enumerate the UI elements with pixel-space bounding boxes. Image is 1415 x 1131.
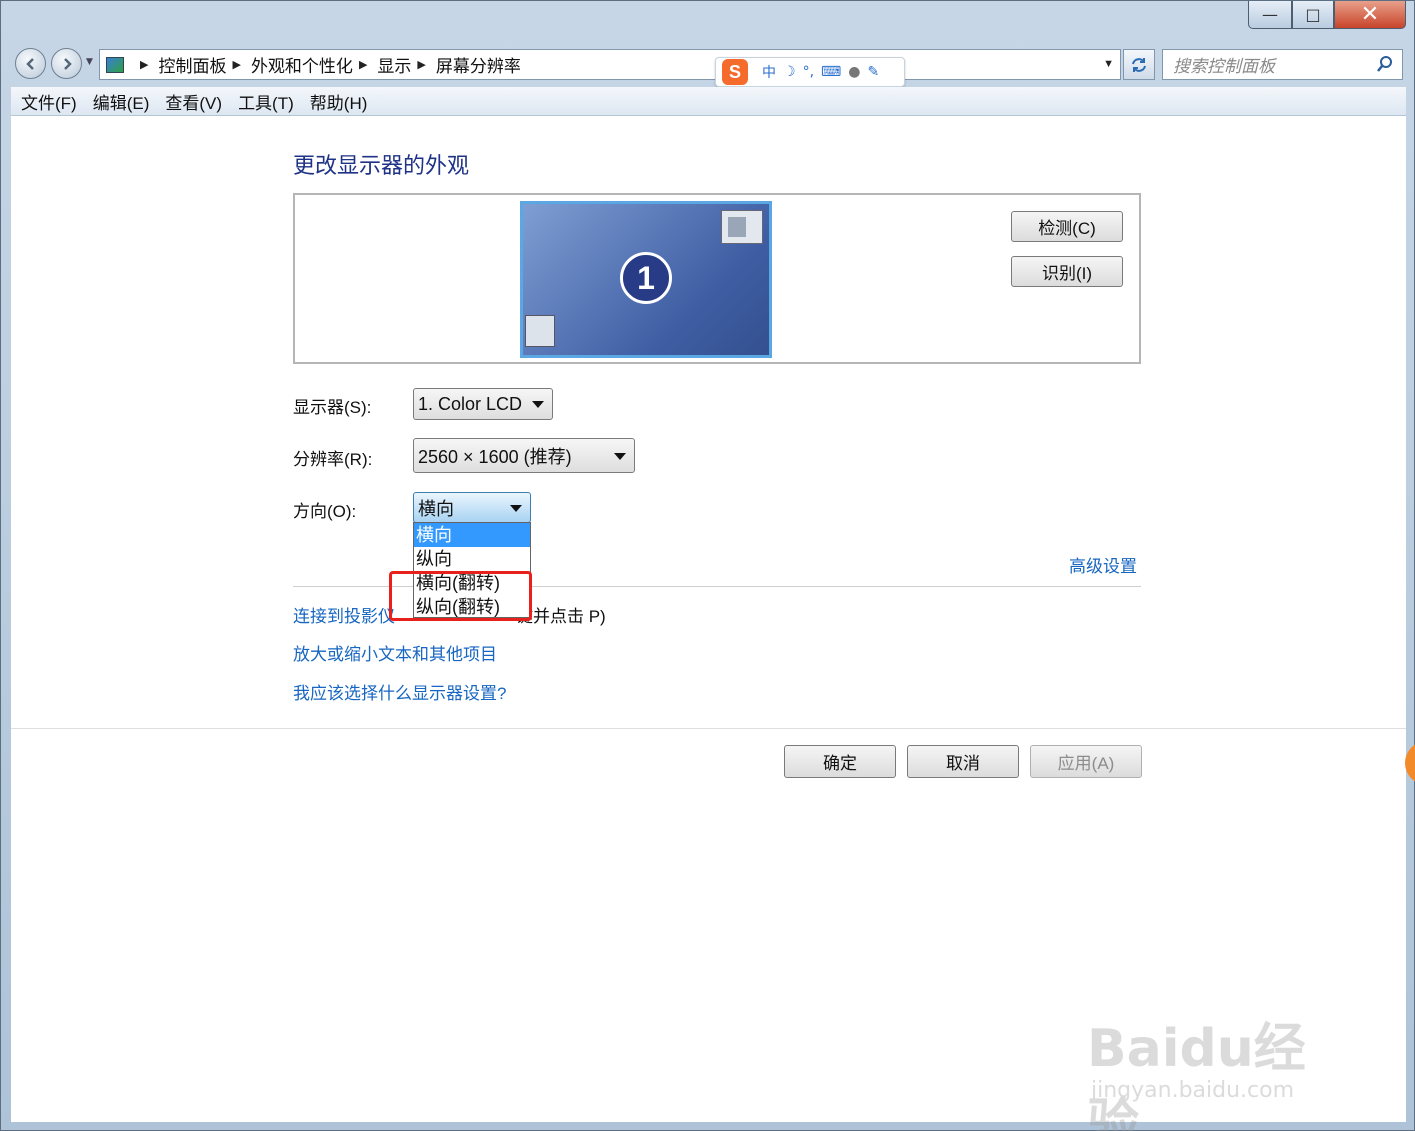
breadcrumb-screen-resolution[interactable]: 屏幕分辨率 [436, 52, 521, 77]
maximize-button[interactable]: □ [1292, 1, 1334, 29]
identify-button[interactable]: 识别(I) [1011, 256, 1123, 287]
ime-toolbar[interactable]: S 中 ☽ °, ⌨ ● ✎ [715, 57, 905, 87]
breadcrumb-separator-icon[interactable]: ▶ [140, 58, 148, 71]
arrow-right-icon [63, 57, 72, 70]
refresh-button[interactable] [1123, 49, 1155, 80]
ime-mode-label[interactable]: 中 [762, 62, 776, 82]
content-area: 更改显示器的外观 1 检测(C) 识别(I) 显示器(S): 1. Color … [11, 116, 1406, 1131]
window-icon [721, 210, 763, 244]
breadcrumb-separator-icon[interactable]: ▶ [417, 58, 425, 71]
wrench-icon[interactable]: ✎ [867, 64, 879, 80]
advanced-settings-link[interactable]: 高级设置 [1069, 552, 1137, 577]
monitor-preview-panel: 1 检测(C) 识别(I) [293, 193, 1141, 364]
breadcrumb-separator-icon[interactable]: ▶ [232, 58, 240, 71]
document-icon [525, 315, 555, 347]
ok-button[interactable]: 确定 [784, 745, 896, 778]
cancel-button[interactable]: 取消 [907, 745, 1019, 778]
resolution-select-value: 2560 × 1600 (推荐) [418, 446, 572, 467]
watermark-url: jingyan.baidu.com [1091, 1078, 1295, 1103]
display-label: 显示器(S): [293, 398, 372, 417]
monitor-number-badge: 1 [620, 252, 672, 304]
highlight-annotation-box [389, 571, 532, 621]
menu-edit[interactable]: 编辑(E) [93, 89, 150, 114]
orientation-label: 方向(O): [293, 502, 357, 521]
navigation-row: ▼ ▶ 控制面板 ▶ 外观和个性化 ▶ 显示 ▶ 屏幕分辨率 ▼ 搜索控制面板 [1, 45, 1414, 85]
display-select-value: 1. Color LCD [418, 393, 523, 414]
user-icon[interactable]: ● [848, 64, 860, 80]
search-placeholder: 搜索控制面板 [1173, 57, 1275, 76]
address-bar[interactable]: ▶ 控制面板 ▶ 外观和个性化 ▶ 显示 ▶ 屏幕分辨率 ▼ [99, 49, 1121, 80]
apply-button[interactable]: 应用(A) [1030, 745, 1142, 778]
chevron-down-icon [532, 401, 544, 408]
display-select[interactable]: 1. Color LCD [413, 388, 553, 420]
orientation-option-landscape[interactable]: 横向 [414, 523, 530, 547]
sogou-logo-icon[interactable]: S [722, 59, 748, 85]
orientation-option-portrait[interactable]: 纵向 [414, 547, 530, 571]
menu-bar: 文件(F) 编辑(E) 查看(V) 工具(T) 帮助(H) [11, 87, 1406, 116]
back-button[interactable] [15, 48, 46, 79]
control-panel-icon [106, 56, 124, 73]
forward-button[interactable] [51, 48, 82, 79]
minimize-button[interactable]: — [1248, 1, 1292, 29]
moon-icon[interactable]: ☽ [783, 64, 796, 80]
menu-view[interactable]: 查看(V) [165, 89, 222, 114]
detect-button[interactable]: 检测(C) [1011, 211, 1123, 242]
breadcrumb-display[interactable]: 显示 [377, 52, 411, 77]
window: — □ ✕ ▼ ▶ 控制面板 ▶ 外观和个性化 ▶ 显示 ▶ 屏幕分辨率 ▼ 搜… [0, 0, 1415, 1131]
refresh-icon [1132, 57, 1146, 72]
punctuation-icon[interactable]: °, [803, 64, 814, 80]
connect-projector-link-label[interactable]: 连接到投影仪 [293, 607, 395, 626]
resolution-label: 分辨率(R): [293, 450, 373, 469]
search-icon[interactable] [1376, 55, 1394, 73]
chevron-down-icon [614, 452, 626, 460]
recent-pages-dropdown-icon[interactable]: ▼ [86, 57, 93, 67]
keyboard-icon[interactable]: ⌨ [821, 64, 841, 80]
arrow-left-icon [25, 57, 34, 70]
orientation-select-value: 横向 [418, 498, 454, 519]
address-dropdown-icon[interactable]: ▼ [1103, 58, 1114, 70]
menu-tools[interactable]: 工具(T) [238, 89, 294, 114]
display-help-link[interactable]: 我应该选择什么显示器设置? [293, 679, 506, 704]
watermark-brand: Baidu经验 [1087, 1019, 1306, 1131]
orientation-select[interactable]: 横向 [413, 492, 531, 523]
chevron-down-icon [510, 504, 522, 512]
resolution-select[interactable]: 2560 × 1600 (推荐) [413, 438, 635, 473]
footer-divider [11, 728, 1406, 729]
floating-widget-icon[interactable] [1405, 741, 1415, 785]
breadcrumb-control-panel[interactable]: 控制面板 [158, 52, 226, 77]
connect-projector-link[interactable]: 连接到投影仪 [293, 602, 395, 627]
page-title: 更改显示器的外观 [293, 153, 470, 178]
title-bar: — □ ✕ [1, 1, 1414, 43]
breadcrumb-separator-icon[interactable]: ▶ [359, 58, 367, 71]
watermark: Baidu经验 jingyan.baidu.com [1087, 996, 1357, 1131]
menu-help[interactable]: 帮助(H) [310, 89, 368, 114]
search-input[interactable]: 搜索控制面板 [1162, 49, 1403, 80]
breadcrumb-appearance[interactable]: 外观和个性化 [251, 52, 353, 77]
text-size-link[interactable]: 放大或缩小文本和其他项目 [293, 640, 497, 665]
close-button[interactable]: ✕ [1334, 1, 1406, 29]
menu-file[interactable]: 文件(F) [21, 89, 77, 114]
monitor-thumbnail[interactable]: 1 [520, 201, 772, 358]
